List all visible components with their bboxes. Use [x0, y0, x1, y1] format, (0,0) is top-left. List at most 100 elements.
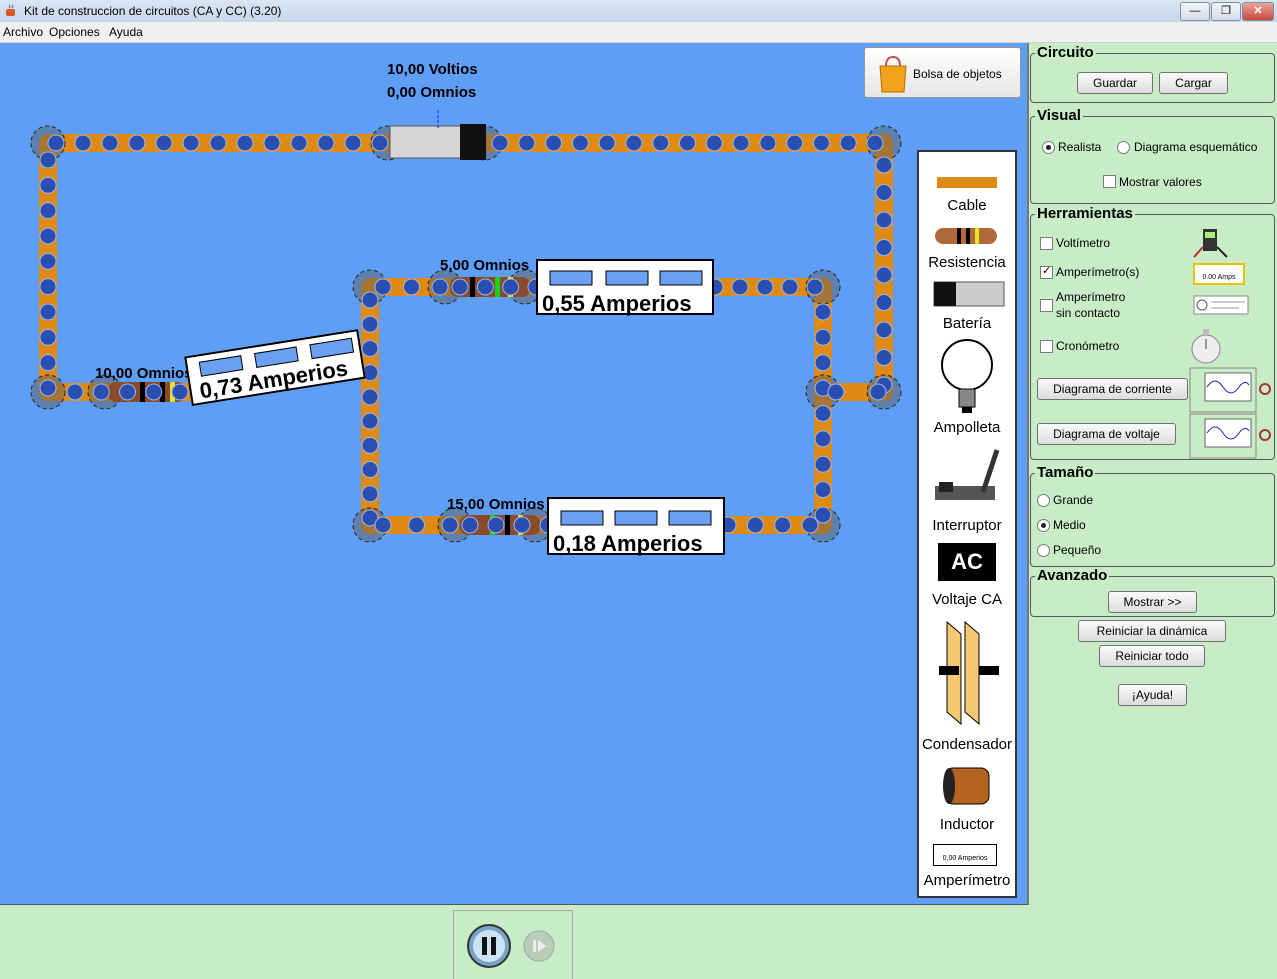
pause-button[interactable]: [466, 923, 512, 969]
switch-icon: [935, 449, 1000, 500]
diagrama-corriente-button[interactable]: Diagrama de corriente: [1037, 378, 1188, 400]
electron: [491, 134, 509, 152]
panel-circuito: Circuito Guardar Cargar: [1030, 44, 1275, 103]
maximize-button[interactable]: ❐: [1211, 2, 1241, 21]
toolbox-ac-voltage-label: Voltaje CA: [931, 591, 1003, 608]
reiniciar-dinamica-button[interactable]: Reiniciar la dinámica: [1078, 620, 1226, 642]
electron: [502, 278, 520, 296]
electron: [598, 134, 616, 152]
electron: [545, 134, 563, 152]
electron: [182, 134, 200, 152]
electron: [786, 134, 804, 152]
circuit-drawing[interactable]: [0, 0, 1027, 904]
panel-herramientas-title: Herramientas: [1035, 205, 1135, 222]
battery-voltage-label: 10,00 Voltios: [387, 61, 478, 78]
battery[interactable]: [389, 110, 486, 160]
electron: [875, 239, 893, 256]
ammeter-2[interactable]: 0,55 Amperios: [536, 259, 714, 316]
electron: [625, 134, 643, 152]
electron: [317, 134, 335, 152]
electron: [814, 455, 832, 473]
resistor-3-label: 15,00 Omnios: [447, 496, 545, 513]
mostrar-valores-checkbox[interactable]: [1103, 175, 1116, 188]
diagrama-voltaje-button[interactable]: Diagrama de voltaje: [1037, 423, 1176, 445]
reiniciar-todo-button[interactable]: Reiniciar todo: [1099, 645, 1205, 667]
pequeno-radio[interactable]: [1037, 544, 1050, 557]
electron: [732, 134, 750, 152]
wires[interactable]: [39, 134, 893, 534]
electron: [39, 278, 57, 296]
electron: [361, 436, 379, 454]
electron: [571, 134, 589, 152]
electron: [814, 328, 832, 346]
bag-of-objects-button[interactable]: Bolsa de objetos: [864, 47, 1021, 98]
electron: [875, 156, 893, 174]
electron: [441, 516, 459, 534]
panel-herramientas: Herramientas Voltímetro Amperímetro(s) 0…: [1030, 205, 1275, 460]
step-button[interactable]: [522, 929, 556, 963]
electron: [487, 516, 505, 534]
amperimetro-sin-contacto-checkbox[interactable]: [1040, 299, 1053, 312]
grande-label: Grande: [1053, 493, 1094, 507]
amperimetro-sin-contacto-label-1: Amperímetro: [1056, 290, 1126, 304]
panel-tamano-title: Tamaño: [1035, 464, 1096, 481]
electron: [814, 354, 832, 372]
voltmeter-icon: [1193, 229, 1228, 258]
ammeter-3[interactable]: 0,18 Amperios: [547, 497, 725, 556]
mostrar-avanzado-button[interactable]: Mostrar >>: [1108, 591, 1197, 613]
electron: [344, 134, 362, 152]
step-icon: [533, 940, 536, 952]
panel-avanzado: Avanzado Mostrar >>: [1030, 567, 1275, 617]
amperimetro-label: Amperímetro(s): [1056, 265, 1140, 279]
electron: [781, 278, 799, 296]
resistor-1-label: 10,00 Omnios: [95, 365, 193, 382]
realista-radio[interactable]: [1042, 141, 1055, 154]
electron: [361, 461, 379, 479]
junctions[interactable]: [30, 125, 902, 543]
electron: [875, 321, 893, 339]
ammeter-3-windows: [560, 510, 712, 526]
electron: [374, 516, 392, 534]
cable-icon: [937, 177, 997, 188]
save-button[interactable]: Guardar: [1077, 72, 1153, 94]
ammeter-2-reading: 0,55 Amperios: [542, 291, 692, 316]
bag-label: Bolsa de objetos: [913, 67, 1002, 81]
esquematico-radio[interactable]: [1117, 141, 1130, 154]
realista-label: Realista: [1058, 140, 1102, 154]
battery-icon: [933, 281, 1005, 307]
electron: [47, 134, 65, 152]
ammeter-tool-icon: 0.00 Amps: [1193, 263, 1245, 285]
electron: [814, 506, 832, 524]
electron: [451, 278, 469, 296]
electron: [814, 481, 832, 499]
electron: [39, 328, 57, 346]
medio-radio[interactable]: [1037, 519, 1050, 532]
load-button[interactable]: Cargar: [1159, 72, 1228, 94]
electron: [145, 383, 163, 401]
electron: [361, 291, 379, 309]
toolbox-inductor-label: Inductor: [939, 816, 995, 833]
toolbox-cable-label: Cable: [947, 197, 987, 214]
electron: [374, 278, 392, 296]
cronometro-checkbox[interactable]: [1040, 340, 1053, 353]
panel-avanzado-title: Avanzado: [1035, 567, 1110, 584]
voltimetro-label: Voltímetro: [1056, 236, 1111, 250]
electron: [39, 227, 57, 245]
mostrar-valores-label: Mostrar valores: [1119, 175, 1202, 189]
amperimetro-checkbox[interactable]: [1040, 264, 1053, 279]
minimize-button[interactable]: —: [1180, 2, 1210, 21]
ammeter-icon: 0,00 Amperios: [933, 844, 997, 866]
grande-radio[interactable]: [1037, 494, 1050, 507]
toolbox-resistor-label: Resistencia: [928, 254, 1006, 271]
electrons: [39, 134, 893, 534]
electron: [155, 134, 173, 152]
close-button[interactable]: ✕: [1242, 2, 1274, 21]
amperimetro-sin-contacto-label-2: sin contacto: [1056, 306, 1121, 320]
electron: [774, 516, 792, 534]
electron: [39, 176, 57, 194]
inductor-icon: [943, 767, 990, 805]
voltimetro-checkbox[interactable]: [1040, 237, 1053, 250]
ammeter-2-windows: [549, 270, 703, 286]
ayuda-button[interactable]: ¡Ayuda!: [1118, 684, 1187, 706]
electron: [875, 266, 893, 284]
